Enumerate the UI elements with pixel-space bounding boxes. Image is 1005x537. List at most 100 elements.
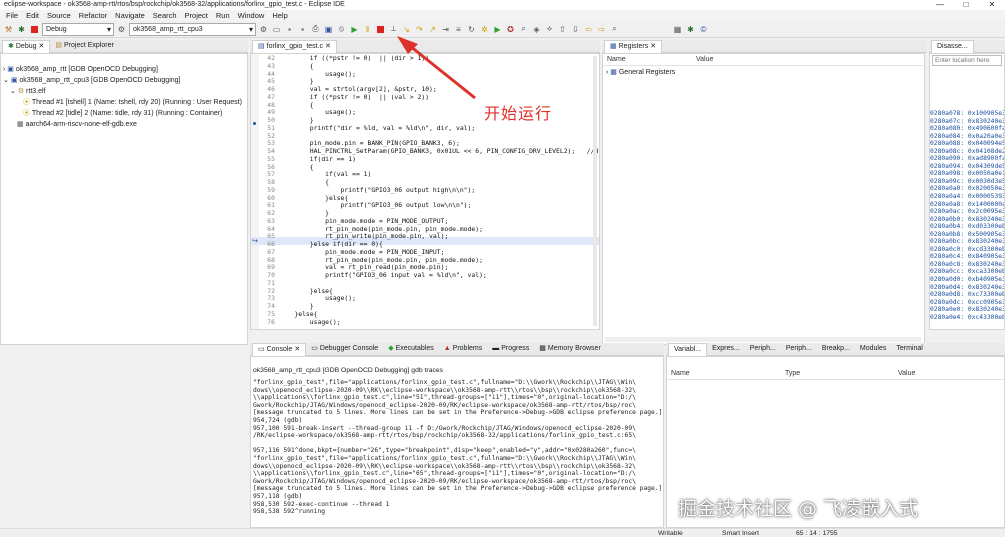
menu-project[interactable]: Project — [181, 10, 212, 21]
tab-progress[interactable]: ▬ Progress — [487, 343, 534, 355]
menu-file[interactable]: File — [2, 10, 22, 21]
console-header: ok3568_amp_rtt_cpu3 [GDB OpenOCD Debuggi… — [253, 367, 444, 374]
run-icon[interactable]: ▶ — [492, 24, 503, 35]
perspective-icon[interactable]: ▦ — [672, 24, 683, 35]
tree-item-thread-1[interactable]: ⦿ Thread #1 [tshell] 1 (Name: tshell, rd… — [3, 97, 245, 108]
console-line: "forlinx_gpio_test",file="applications/f… — [253, 379, 636, 386]
launch-config-select[interactable]: ok3568_amp_rtt_cpu3 — [129, 22, 256, 36]
search-icon[interactable]: ⌕ — [518, 24, 529, 35]
prev-annotation-icon[interactable]: ⇧ — [557, 24, 568, 35]
console-line: /RK/eclipse-workspace/ok3568-amp-rtt/rto… — [253, 432, 636, 440]
save-all-icon[interactable]: ▪ — [297, 24, 308, 35]
terminal-icon[interactable]: ▣ — [323, 24, 334, 35]
watermark: 掘金技术社区 @ 飞凌嵌入式 — [678, 498, 919, 520]
bookmark-icon[interactable] — [253, 122, 256, 125]
tab-variables[interactable]: Variabl... — [668, 342, 708, 356]
stop-icon[interactable] — [29, 24, 40, 35]
launch-mode-select[interactable]: Debug — [42, 22, 114, 36]
registers-scrollbar[interactable] — [605, 337, 921, 342]
tab-terminal[interactable]: Terminal — [891, 343, 927, 355]
menu-navigate[interactable]: Navigate — [111, 10, 149, 21]
menu-source[interactable]: Source — [43, 10, 75, 21]
settings-icon[interactable]: ⚙ — [258, 24, 269, 35]
tab-peripherals-1[interactable]: Periph... — [745, 343, 781, 355]
tree-item-elf-label: rtt3.elf — [26, 88, 46, 95]
editor-scrollbar[interactable] — [593, 56, 597, 326]
disassembly-lines: 0280a078: 0x100905e3 0280a07c: 0x830240e3… — [930, 110, 1005, 321]
tab-terminal-label: Terminal — [896, 345, 923, 352]
tab-registers[interactable]: ▦ Registers ✕ — [604, 39, 663, 53]
line-numbers: 42 43 44 45 46 47 48 49 50 51 52 53 54 55 56 57 58 59 60 61… — [259, 54, 275, 326]
c-perspective-icon[interactable]: © — [698, 24, 709, 35]
variables-name-header: Name — [671, 370, 690, 377]
menu-search[interactable]: Search — [149, 10, 181, 21]
disassembly-line: 0280a0ac: 0x2c0095e3 — [930, 208, 1005, 216]
skip-breakpoints-icon[interactable]: ⦸ — [336, 24, 347, 35]
general-registers-row[interactable]: › ▦ General Registers — [606, 68, 675, 76]
menu-edit[interactable]: Edit — [22, 10, 43, 21]
console-line: 958,538 592^running — [253, 508, 326, 516]
debug-perspective-icon[interactable]: ✱ — [685, 24, 696, 35]
menu-window[interactable]: Window — [234, 10, 269, 21]
tab-problems[interactable]: ▲ Problems — [439, 343, 488, 355]
close-button[interactable]: ✕ — [979, 0, 1005, 10]
tab-debug[interactable]: ✱ Debug ✕ — [2, 39, 51, 53]
registers-icon: ▦ — [610, 42, 617, 50]
tab-project-explorer[interactable]: ▤ Project Explorer — [50, 40, 118, 52]
tree-item-launch-1[interactable]: › ▣ ok3568_amp_rtt [GDB OpenOCD Debuggin… — [3, 64, 245, 75]
build-icon[interactable]: ⚒ — [3, 24, 14, 35]
tab-executables[interactable]: ◆ Executables — [383, 343, 439, 355]
thread-icon: ⦿ — [23, 99, 30, 106]
tab-expressions[interactable]: Expres... — [707, 343, 745, 355]
suspend-icon[interactable]: ‖ — [362, 24, 373, 35]
save-icon[interactable]: ▪ — [284, 24, 295, 35]
tab-breakpoints[interactable]: Breakp... — [817, 343, 855, 355]
menu-help[interactable]: Help — [268, 10, 291, 21]
registers-panel: Name Value › ▦ General Registers — [602, 53, 925, 345]
tree-item-elf[interactable]: ⌄ ⚙ rtt3.elf — [3, 86, 245, 97]
tab-peripherals-2[interactable]: Periph... — [781, 343, 817, 355]
forward-icon[interactable]: ⇨ — [596, 24, 607, 35]
print-icon[interactable]: ⎙ — [310, 24, 321, 35]
pin-icon[interactable]: ⟡ — [544, 24, 555, 35]
code-line: } — [279, 302, 314, 310]
menu-refactor[interactable]: Refactor — [75, 10, 111, 21]
maximize-button[interactable]: □ — [953, 0, 979, 10]
debug-icon[interactable]: ✱ — [16, 24, 27, 35]
tab-breakpoints-label: Breakp... — [821, 345, 850, 352]
tree-item-launch-2[interactable]: ⌄ ▣ ok3568_amp_rtt_cpu3 [GDB OpenOCD Deb… — [3, 75, 245, 86]
disassembly-line: 0280a0dc: 0xcc0905e3 — [930, 298, 1005, 306]
menu-run[interactable]: Run — [212, 10, 234, 21]
resume-icon[interactable]: ▶ — [349, 24, 360, 35]
code-line: if(dir == 1) — [279, 154, 356, 163]
disassembly-line: 0280a0a8: 0x1400000a — [930, 200, 1005, 208]
debug-tab-icon: ✱ — [8, 42, 14, 50]
external-tools-icon[interactable]: ✪ — [505, 24, 516, 35]
tab-editor-file-label: forlinx_gpio_test.c — [266, 42, 324, 50]
breakpoint-icon[interactable]: ↪ — [252, 237, 258, 245]
tab-memory-browser[interactable]: ▦ Memory Browser — [534, 343, 606, 355]
next-annotation-icon[interactable]: ⇩ — [570, 24, 581, 35]
tab-modules[interactable]: Modules — [855, 343, 891, 355]
search-toolbar-icon[interactable]: ⌕ — [609, 24, 620, 35]
disassembly-line: 0280a0d0: 0xb40905e3 — [930, 276, 1005, 284]
back-icon[interactable]: ⇦ — [583, 24, 594, 35]
tab-console[interactable]: ▭ Console ✕ — [252, 342, 307, 356]
tree-item-gdb[interactable]: ▦ aarch64-arm-riscv-none-elf-gdb.exe — [3, 119, 245, 130]
console-tabs: ▭ Console ✕ ▭ Debugger Console ◆ Executable… — [250, 342, 664, 356]
disassembly-line: 0280a080: 0x490600fa — [930, 125, 1005, 133]
tab-debugger-console[interactable]: ▭ Debugger Console — [306, 343, 383, 355]
tab-disassembly[interactable]: Disasse... — [931, 39, 974, 53]
console-line: 957,118 (gdb) — [253, 492, 303, 500]
tab-editor-file[interactable]: ▤ forlinx_gpio_test.c ✕ — [252, 39, 337, 53]
new-file-icon[interactable]: ▭ — [271, 24, 282, 35]
disassembly-line: 0280a0b0: 0x830240e3 — [930, 215, 1005, 223]
gear-icon[interactable]: ⚙ — [116, 24, 127, 35]
open-type-icon[interactable]: ◈ — [531, 24, 542, 35]
general-registers-label: General Registers — [618, 69, 676, 76]
tree-item-launch-2-label: ok3568_amp_rtt_cpu3 [GDB OpenOCD Debuggi… — [19, 77, 181, 84]
minimize-button[interactable]: — — [927, 0, 953, 10]
disassembly-location-input[interactable] — [932, 55, 1002, 66]
tree-item-thread-2[interactable]: ⦿ Thread #2 [tidle] 2 (Name: tidle, rdy … — [3, 108, 245, 119]
tab-expressions-label: Expres... — [712, 345, 740, 352]
